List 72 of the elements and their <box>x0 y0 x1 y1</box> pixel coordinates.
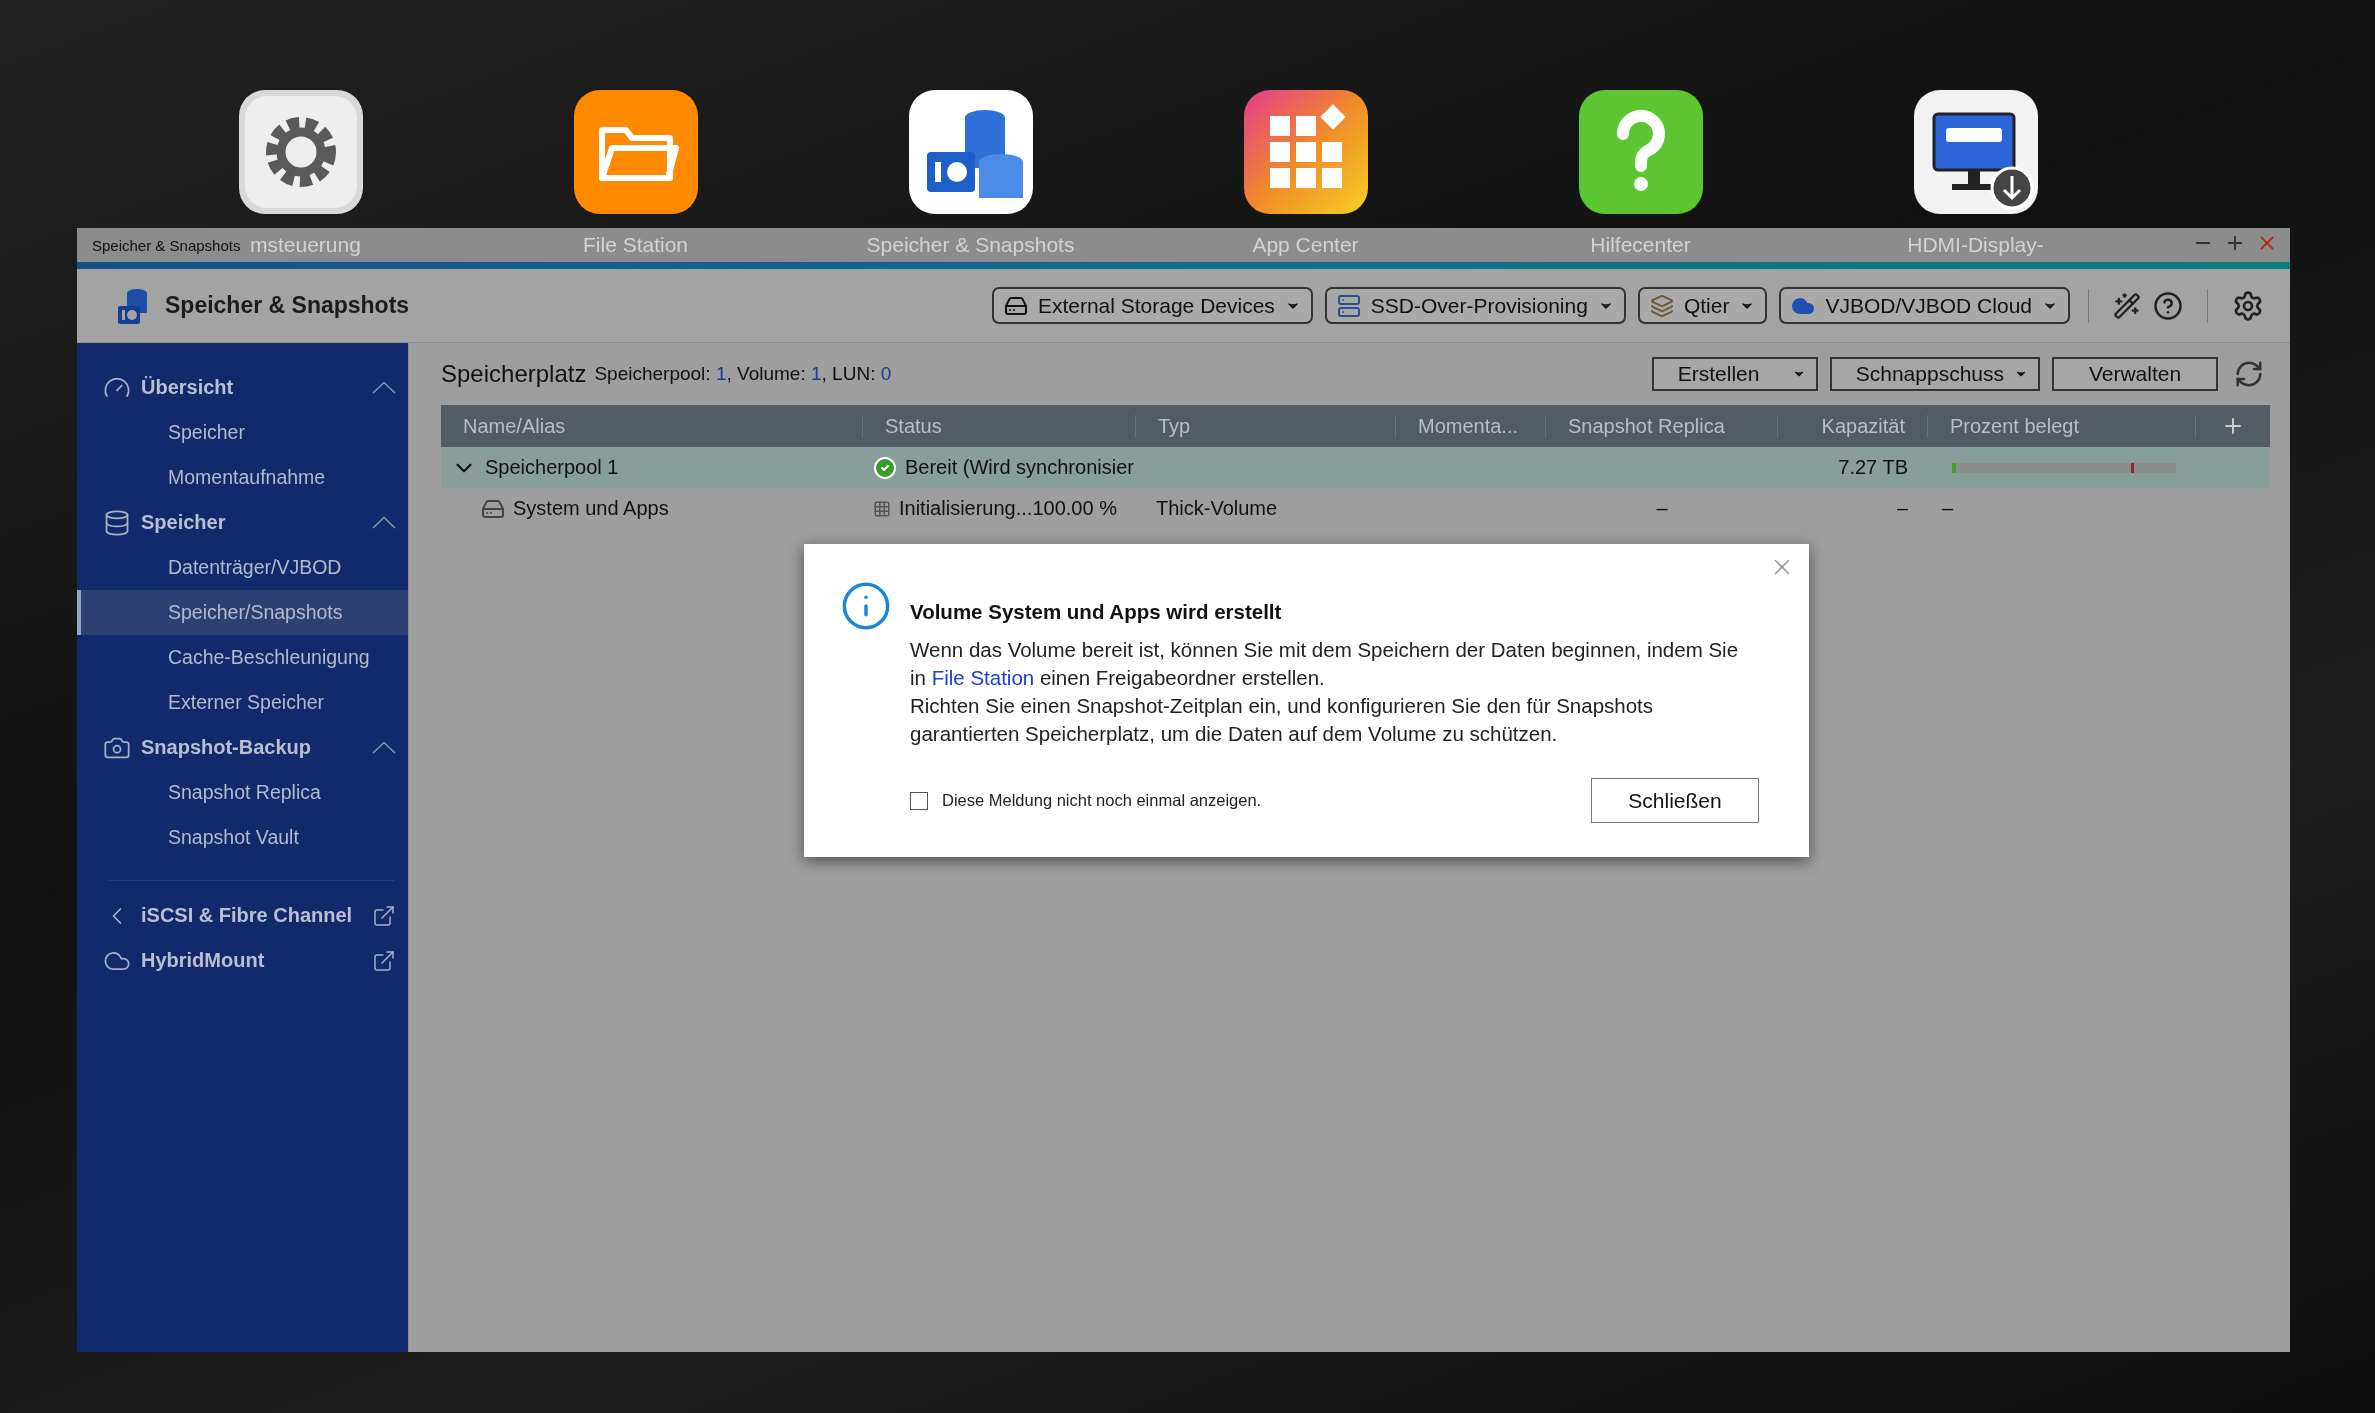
sidebar-item[interactable]: Cache-Beschleunigung <box>77 635 408 680</box>
action-button[interactable]: Schnappschuss <box>1829 357 2040 391</box>
table-row[interactable]: Speicherpool 1 Bereit (Wird synchronisier 7.27 TB <box>441 447 2270 488</box>
external-link-icon <box>372 948 396 973</box>
help-icon[interactable] <box>1576 88 1705 216</box>
sidebar-item[interactable]: Datenträger/VJBOD <box>77 545 408 590</box>
sidebar-item[interactable]: Externer Speicher <box>77 680 408 725</box>
checkbox-label: Diese Meldung nicht noch einmal anzeigen. <box>942 791 1263 810</box>
desktop-icon-label: File Station <box>582 233 689 257</box>
dialog-title: Volume System und Apps wird erstellt <box>910 600 1283 624</box>
action-button[interactable]: Verwalten <box>2052 357 2218 391</box>
storage-icon[interactable] <box>906 88 1035 216</box>
checkbox[interactable] <box>910 791 928 810</box>
table-cell: Speicherpool 1 <box>441 454 863 481</box>
table-cell-text: Thick-Volume <box>1155 497 1279 520</box>
table-cell-text: – <box>1895 497 1909 520</box>
table-cell-text: – <box>1655 497 1669 520</box>
monitor-icon[interactable] <box>1911 88 2040 216</box>
column-header: Status <box>863 414 1136 438</box>
file-station-link[interactable]: File Station <box>931 666 1035 689</box>
table-cell: System und Apps <box>441 496 863 521</box>
collapse-icon <box>372 516 396 529</box>
app-title: Speicher & Snapshots <box>165 292 411 319</box>
desktop-icon-label: Speicher & Snapshots <box>866 233 1075 257</box>
sidebar-group[interactable]: Übersicht <box>77 365 408 410</box>
collapse-icon <box>372 381 396 394</box>
status-cell: Bereit (Wird synchronisier <box>863 455 1136 480</box>
column-header: Snapshot Replica <box>1546 414 1778 438</box>
sidebar-group[interactable]: Speicher <box>77 500 408 545</box>
settings-icon[interactable] <box>236 88 365 216</box>
table-cell-text: – <box>1941 497 1955 520</box>
section-title: Speicherplatz <box>441 360 587 388</box>
database-icon <box>103 508 131 537</box>
column-header: Prozent belegt <box>1928 414 2196 438</box>
column-header: Kapazität <box>1778 414 1928 438</box>
sidebar-link[interactable]: iSCSI & Fibre Channel <box>77 893 408 938</box>
dialog-text: Wenn das Volume bereit ist, können Sie mit dem Speichern der Daten beginnen, indem Sie in File Station einen Freigabeordner erstellen. <box>910 637 1740 691</box>
sidebar-item[interactable]: Speicher/Snapshots <box>77 590 408 635</box>
status-cell: Initialisierung...100.00 % <box>863 497 1136 520</box>
progress-icon <box>873 499 891 518</box>
folder-icon[interactable] <box>571 88 700 216</box>
collapse-icon <box>372 741 396 754</box>
sidebar-group[interactable]: Snapshot-Backup <box>77 725 408 770</box>
check-icon <box>873 455 897 480</box>
drive-stack-icon <box>1336 293 1361 318</box>
sidebar-item[interactable]: Snapshot Vault <box>77 815 408 860</box>
toolbar-dropdown[interactable]: SSD-Over-Provisioning <box>1324 287 1626 324</box>
sidebar-link[interactable]: HybridMount <box>77 938 408 983</box>
info-icon <box>840 580 892 632</box>
desktop-icon-label: App Center <box>1252 233 1359 257</box>
action-button[interactable]: Erstellen <box>1651 357 1818 391</box>
toolbar-dropdown[interactable]: VJBOD/VJBOD Cloud <box>1779 287 2070 324</box>
column-header: Name/Alias <box>441 414 863 438</box>
sidebar-item[interactable]: Snapshot Replica <box>77 770 408 815</box>
external-link-icon <box>372 903 396 928</box>
table-row[interactable]: System und Apps Initialisierung...100.00 % Thick-Volume – – – <box>441 488 2270 529</box>
sidebar-item[interactable]: Momentaufnahme <box>77 455 408 500</box>
toolbar-dropdown[interactable]: Qtier <box>1637 287 1768 324</box>
close-button[interactable]: Schließen <box>1591 778 1759 823</box>
desktop-icon-label: HDMI-Display- <box>1907 233 2044 257</box>
column-header: Momenta... <box>1396 414 1546 438</box>
desktop-icon-label: Hilfecenter <box>1590 233 1691 257</box>
app-grid-icon[interactable] <box>1241 88 1370 216</box>
window-title: Speicher & Snapshots <box>91 235 242 256</box>
layers-icon <box>1649 293 1674 318</box>
dialog-text: Richten Sie einen Snapshot-Zeitplan ein, und konfigurieren Sie den für Snapshots garantierten Speicherplatz, um die Daten auf dem Volume zu schützen. <box>910 693 1655 747</box>
toolbar-dropdown[interactable]: External Storage Devices <box>991 287 1313 324</box>
summary-text: Speicherpool: 1, Volume: 1, LUN: 0 <box>594 363 893 385</box>
table-cell-text: 7.27 TB <box>1837 456 1909 479</box>
desktop-icon-label: msteuerung <box>250 233 361 257</box>
column-header: Typ <box>1136 414 1396 438</box>
sidebar-item[interactable]: Speicher <box>77 410 408 455</box>
